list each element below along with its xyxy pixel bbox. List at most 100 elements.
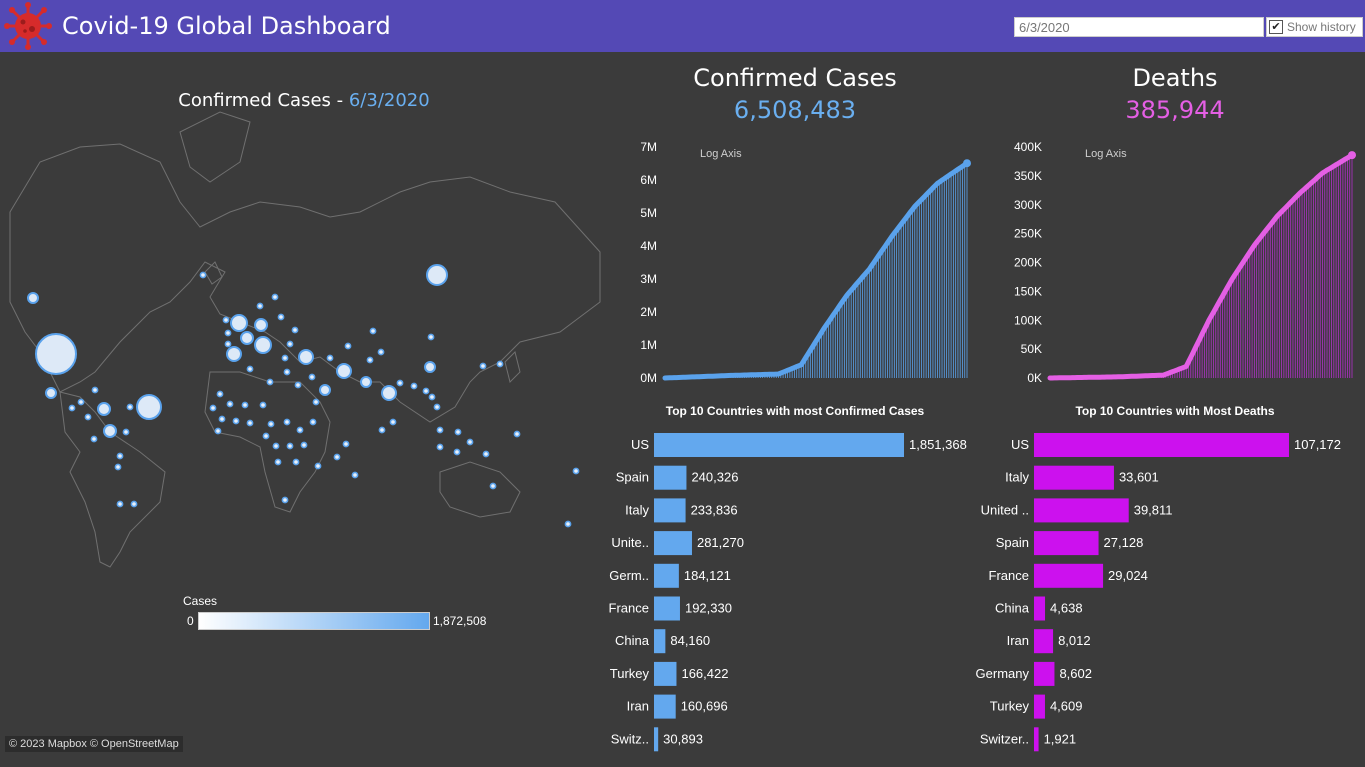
country-bubble (209, 404, 217, 412)
country-bar (1034, 596, 1046, 621)
bar-category-label: Italy (625, 502, 649, 517)
country-bubble (410, 382, 418, 390)
country-bubble (300, 441, 308, 449)
log-axis-annotation: Log Axis (700, 148, 742, 160)
country-bubble (281, 496, 289, 504)
country-bubble (396, 379, 404, 387)
date-filter-input[interactable]: 6/3/2020 (1014, 17, 1264, 37)
country-bar (654, 596, 680, 621)
country-bar (1034, 531, 1099, 556)
country-bubble (222, 316, 230, 324)
country-bar (1034, 563, 1104, 588)
country-bubble (377, 348, 385, 356)
bar-value-label: 8,012 (1058, 633, 1091, 648)
checkbox-checked-icon[interactable]: ✔ (1269, 20, 1283, 34)
y-tick-label: 150K (1014, 284, 1042, 298)
bar-category-label: Germany (976, 666, 1030, 681)
bar-category-label: Switzer.. (980, 731, 1029, 746)
country-bubble (267, 420, 275, 428)
bar-value-label: 39,811 (1134, 502, 1173, 517)
country-bubble (199, 271, 207, 279)
y-tick-label: 50K (1021, 342, 1042, 356)
y-tick-label: 2M (640, 305, 657, 319)
top-confirmed-bar-chart[interactable]: US 1,851,368 Spain 240,326 Italy 233,836 Unite… (595, 427, 975, 767)
cases-legend: Cases 0 1,872,508 (183, 594, 486, 630)
country-bar (1034, 661, 1055, 686)
legend-min: 0 (187, 614, 194, 628)
confirmed-kpi-value: 6,508,483 (733, 96, 857, 124)
y-tick-label: 0M (640, 371, 657, 385)
country-bubble (259, 401, 267, 409)
bar-category-label: Switz.. (611, 731, 649, 746)
country-bubble (226, 400, 234, 408)
country-bubble (333, 453, 341, 461)
deaths-chart[interactable]: 0K 50K 100K 150K 200K 250K 300K 350K 400K Log Axi… (1000, 135, 1360, 385)
country-bubble (344, 342, 352, 350)
map-panel[interactable]: Confirmed Cases - 6/3/2020 Cases 0 1,872… (0, 52, 608, 767)
country-bubble (116, 500, 124, 508)
bar-value-label: 1,921 (1044, 731, 1077, 746)
country-bubble (45, 387, 57, 399)
country-bubble (351, 471, 359, 479)
app-title: Covid-19 Global Dashboard (62, 12, 391, 40)
country-bubble (433, 403, 441, 411)
country-bubble (136, 394, 162, 420)
country-bar (1034, 629, 1054, 654)
bar-category-label: US (1011, 437, 1029, 452)
map-title-date: 6/3/2020 (348, 90, 430, 111)
y-tick-label: 300K (1014, 198, 1042, 212)
country-bubble (246, 365, 254, 373)
country-bubble (294, 381, 302, 389)
legend-max: 1,872,508 (433, 614, 487, 628)
country-bubble (103, 424, 117, 438)
country-bubble (428, 393, 436, 401)
bar-value-label: 184,121 (684, 568, 731, 583)
bar-category-label: United .. (981, 502, 1029, 517)
country-bubble (27, 292, 39, 304)
country-bubble (292, 458, 300, 466)
map-attribution[interactable]: © 2023 Mapbox © OpenStreetMap (5, 736, 183, 752)
country-bubble (272, 442, 280, 450)
y-tick-label: 200K (1014, 256, 1042, 270)
y-tick-label: 0K (1027, 371, 1042, 385)
country-bar (654, 433, 904, 457)
bar-value-label: 160,696 (681, 699, 728, 714)
country-bar (654, 661, 677, 686)
country-bubble (224, 340, 232, 348)
confirmed-cases-chart[interactable]: 0M 1M 2M 3M 4M 5M 6M 7M Log Axis (615, 135, 975, 385)
bar-value-label: 8,602 (1059, 666, 1092, 681)
top-deaths-bar-chart[interactable]: US 107,172 Italy 33,601 United .. 39,811 Spain… (975, 427, 1355, 767)
country-bubble (68, 404, 76, 412)
country-bubble (240, 331, 254, 345)
country-bubble (241, 401, 249, 409)
country-bar (654, 727, 659, 752)
log-axis-annotation: Log Axis (1085, 148, 1127, 160)
show-history-label: Show history (1287, 20, 1356, 34)
country-bubble (389, 418, 397, 426)
y-tick-label: 250K (1014, 227, 1042, 241)
country-bar (1034, 433, 1289, 457)
country-bubble (84, 413, 92, 421)
bar-category-label: Spain (996, 535, 1029, 550)
latest-point (963, 159, 971, 168)
country-bubble (256, 302, 264, 310)
country-bar (654, 629, 666, 654)
country-bubble (281, 354, 289, 362)
country-bar (1034, 727, 1039, 752)
bar-category-label: Turkey (990, 699, 1030, 714)
country-bubble (246, 419, 254, 427)
y-tick-label: 400K (1014, 140, 1042, 154)
y-tick-label: 5M (640, 206, 657, 220)
country-bubble (319, 384, 331, 396)
bar-category-label: Italy (1005, 470, 1029, 485)
show-history-toggle[interactable]: ✔ Show history (1266, 17, 1363, 37)
world-map[interactable] (0, 52, 608, 767)
bar-value-label: 240,326 (691, 470, 738, 485)
country-bubble (436, 443, 444, 451)
country-bubble (116, 452, 124, 460)
country-bubble (224, 329, 232, 337)
virus-logo-icon (4, 2, 52, 50)
y-tick-label: 6M (640, 173, 657, 187)
country-bubble (214, 427, 222, 435)
country-bubble (266, 378, 274, 386)
